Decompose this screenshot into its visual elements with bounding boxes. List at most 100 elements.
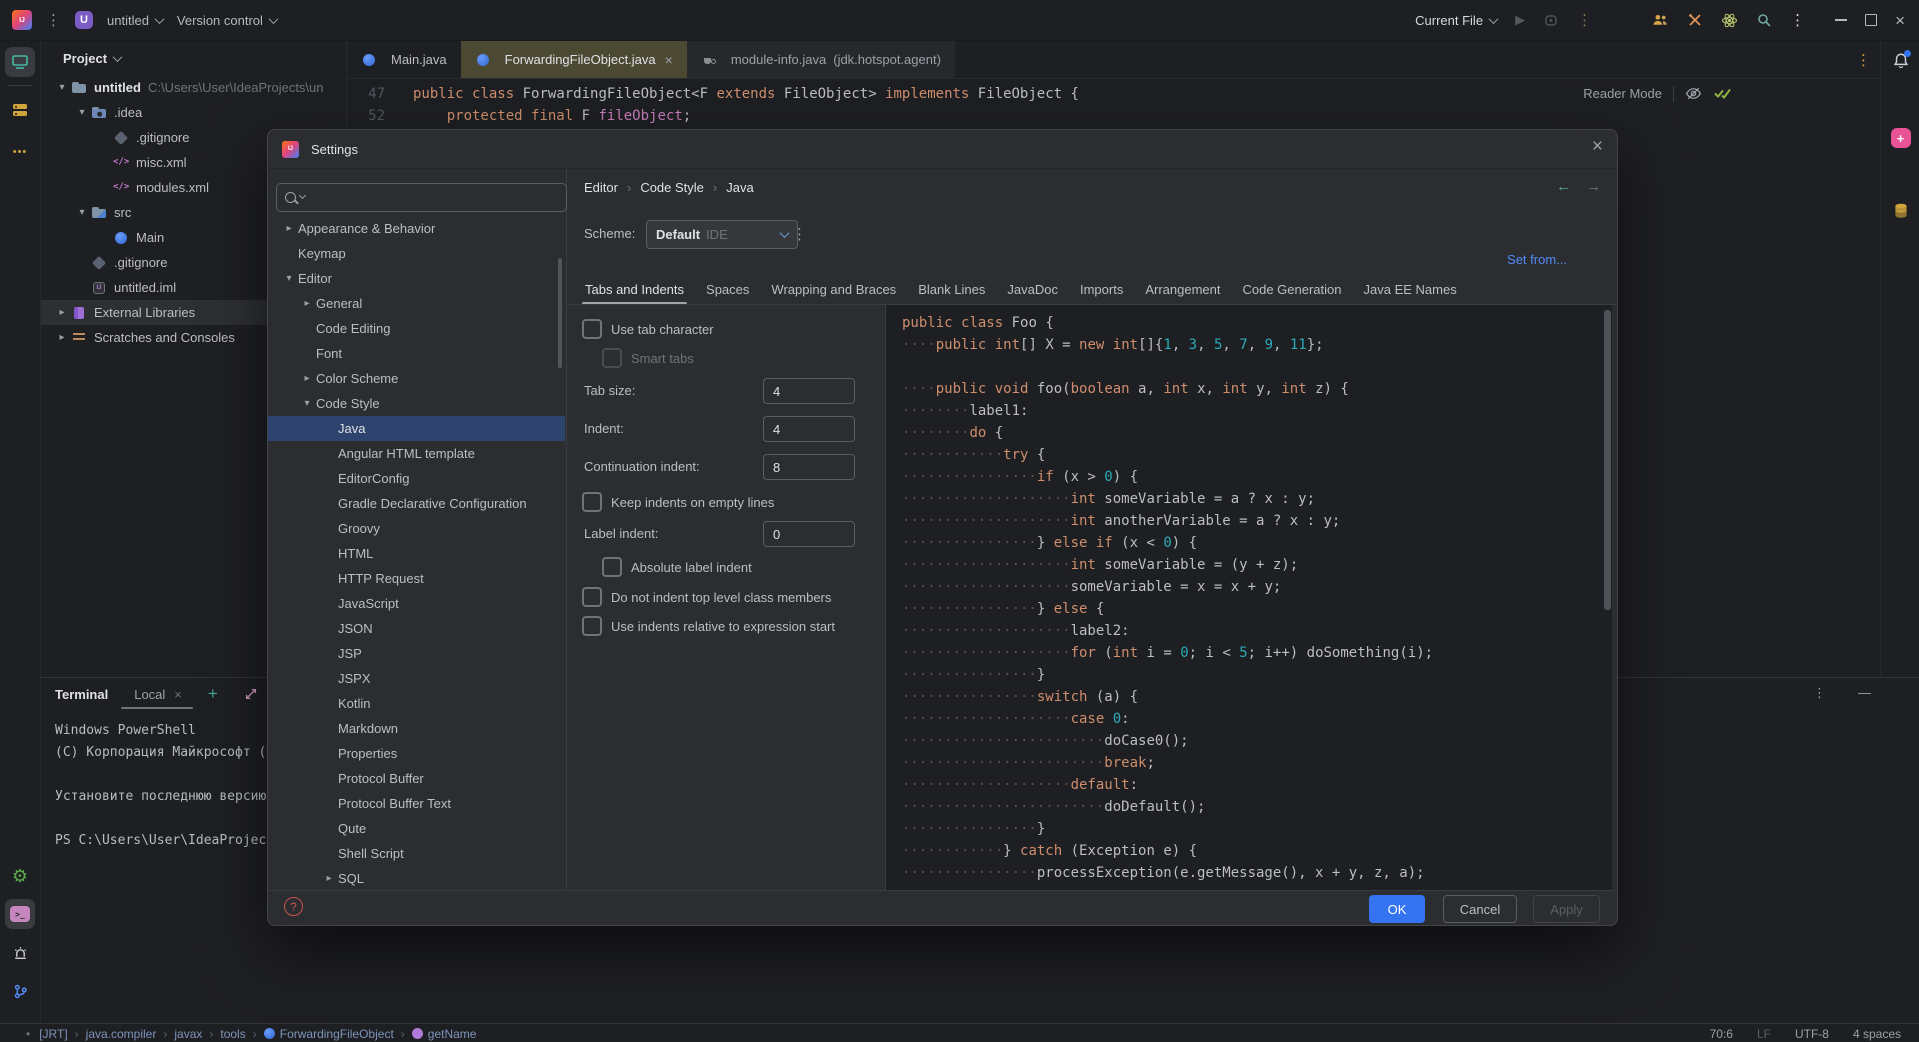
indent-indicator[interactable]: 4 spaces — [1853, 1027, 1901, 1041]
chevron-right-icon[interactable]: ▸ — [280, 223, 298, 234]
chevron-down-icon[interactable]: ▾ — [280, 273, 298, 284]
settings-nav-item-font[interactable]: Font — [268, 341, 565, 366]
preview-scrollbar[interactable] — [1604, 310, 1611, 610]
project-tree-item-idea[interactable]: ▾.idea — [41, 100, 346, 125]
problems-tool-window-button[interactable] — [5, 938, 35, 968]
hide-terminal-icon[interactable]: — — [1858, 685, 1871, 701]
settings-nav-item-qute[interactable]: Qute — [268, 816, 565, 841]
settings-nav-item-properties[interactable]: Properties — [268, 741, 565, 766]
settings-dialog-header[interactable]: IJ Settings × — [268, 130, 1617, 169]
breadcrumb-item[interactable]: Code Style — [640, 180, 704, 195]
editor-tab-main-java[interactable]: Main.java — [347, 41, 461, 78]
version-control-tool-window-button[interactable] — [5, 976, 35, 1006]
settings-nav-item-markdown[interactable]: Markdown — [268, 716, 565, 741]
chevron-down-icon[interactable]: ▾ — [73, 107, 91, 118]
highlighting-off-eye-icon[interactable] — [1685, 85, 1702, 102]
code-style-tab-spaces[interactable]: Spaces — [695, 274, 760, 304]
chevron-right-icon[interactable]: ▸ — [298, 298, 316, 309]
settings-button[interactable]: ⚙ — [5, 861, 35, 891]
close-tab-icon[interactable]: × — [665, 52, 673, 68]
new-session-icon[interactable]: + — [208, 684, 218, 704]
breadcrumb-item[interactable]: Editor — [584, 180, 618, 195]
terminal-tool-window-button[interactable]: >_ — [5, 899, 35, 929]
terminal-output[interactable]: Windows PowerShell(C) Корпорация Майкрос… — [55, 720, 274, 852]
settings-nav-item-general[interactable]: ▸General — [268, 291, 565, 316]
search-everywhere-icon[interactable] — [1756, 12, 1772, 28]
status-crumb-forwardingfileobject[interactable]: ForwardingFileObject — [264, 1027, 394, 1041]
code-style-tab-javadoc[interactable]: JavaDoc — [996, 274, 1069, 304]
settings-nav-item-html[interactable]: HTML — [268, 541, 565, 566]
settings-nav-item-jsp[interactable]: JSP — [268, 641, 565, 666]
settings-nav-item-json[interactable]: JSON — [268, 616, 565, 641]
science-atom-icon[interactable] — [1721, 12, 1738, 29]
settings-nav-scrollbar[interactable] — [558, 258, 562, 368]
terminal-session-tab[interactable]: Local × — [134, 687, 182, 702]
terminal-title[interactable]: Terminal — [55, 687, 108, 702]
terminal-options-icon[interactable]: ⋮ — [1813, 685, 1826, 701]
settings-close-icon[interactable]: × — [1592, 136, 1603, 158]
breadcrumb-item[interactable]: Java — [726, 180, 753, 195]
chevron-down-icon[interactable]: ▾ — [298, 398, 316, 409]
run-configuration-selector[interactable]: Current File — [1415, 13, 1497, 28]
build-tools-icon[interactable] — [1687, 12, 1703, 28]
settings-search-field[interactable] — [276, 183, 567, 212]
code-style-tab-tabs-and-indents[interactable]: Tabs and Indents — [574, 274, 695, 304]
window-close-button[interactable]: × — [1895, 12, 1905, 29]
smart-tabs-checkbox[interactable]: Smart tabs — [602, 348, 694, 368]
project-panel-header[interactable]: Project — [41, 41, 346, 75]
tab-size-input[interactable] — [763, 378, 855, 404]
continuation-indent-input[interactable] — [763, 454, 855, 480]
settings-nav-item-javascript[interactable]: JavaScript — [268, 591, 565, 616]
settings-nav-item-editor[interactable]: ▾Editor — [268, 266, 565, 291]
project-tree-item-untitled[interactable]: ▾untitledC:\Users\User\IdeaProjects\un — [41, 75, 346, 100]
status-crumb-getname[interactable]: getName — [412, 1027, 477, 1041]
more-toolbar-icon[interactable]: ⋮ — [1790, 13, 1805, 28]
chevron-right-icon[interactable]: ▸ — [320, 873, 338, 884]
project-tool-window-button[interactable] — [5, 47, 35, 77]
code-style-tab-code-generation[interactable]: Code Generation — [1231, 274, 1352, 304]
more-tool-windows-button[interactable]: ••• — [5, 137, 35, 167]
set-from-link[interactable]: Set from... — [1507, 252, 1567, 267]
settings-back-icon[interactable]: ← — [1556, 178, 1571, 195]
chevron-right-icon[interactable]: ▸ — [53, 332, 71, 343]
settings-nav-item-code-editing[interactable]: Code Editing — [268, 316, 565, 341]
code-style-tab-arrangement[interactable]: Arrangement — [1134, 274, 1231, 304]
chevron-right-icon[interactable]: ▸ — [298, 373, 316, 384]
project-switcher[interactable]: untitled — [107, 13, 163, 28]
settings-nav-item-sql[interactable]: ▸SQL — [268, 866, 565, 890]
code-style-tab-imports[interactable]: Imports — [1069, 274, 1134, 304]
editor-code[interactable]: 47public class ForwardingFileObject<F ex… — [347, 83, 1079, 127]
do-not-indent-top-level-checkbox[interactable]: Do not indent top level class members — [582, 587, 831, 607]
notifications-button[interactable] — [1886, 47, 1916, 77]
code-style-tab-blank-lines[interactable]: Blank Lines — [907, 274, 996, 304]
tab-list-overflow-icon[interactable]: ⋮ — [1856, 51, 1871, 69]
editor-tab-forwardingfileobject-java[interactable]: ForwardingFileObject.java × — [461, 41, 687, 78]
debug-button[interactable] — [1543, 12, 1559, 28]
code-style-tab-wrapping-and-braces[interactable]: Wrapping and Braces — [760, 274, 907, 304]
commit-tool-window-button[interactable] — [5, 95, 35, 125]
ai-assistant-button[interactable]: + — [1886, 123, 1916, 153]
window-minimize-button[interactable] — [1835, 19, 1847, 21]
database-tool-window-button[interactable] — [1886, 196, 1916, 226]
expand-terminal-icon[interactable] — [244, 687, 258, 701]
status-crumb-tools[interactable]: tools — [220, 1027, 245, 1041]
run-more-options-icon[interactable]: ⋮ — [1577, 13, 1592, 28]
caret-position[interactable]: 70:6 — [1710, 1027, 1733, 1041]
settings-nav-item-keymap[interactable]: Keymap — [268, 241, 565, 266]
status-crumb-javax[interactable]: javax — [174, 1027, 202, 1041]
window-maximize-button[interactable] — [1865, 14, 1877, 26]
close-session-icon[interactable]: × — [174, 687, 182, 702]
apply-button[interactable]: Apply — [1533, 895, 1600, 923]
inspections-ok-checks-icon[interactable] — [1713, 86, 1733, 101]
encoding-indicator[interactable]: UTF-8 — [1795, 1027, 1829, 1041]
settings-nav-item-groovy[interactable]: Groovy — [268, 516, 565, 541]
use-indents-relative-checkbox[interactable]: Use indents relative to expression start — [582, 616, 835, 636]
chevron-right-icon[interactable]: ▸ — [53, 307, 71, 318]
indent-input[interactable] — [763, 416, 855, 442]
cancel-button[interactable]: Cancel — [1443, 895, 1517, 923]
keep-indents-on-empty-lines-checkbox[interactable]: Keep indents on empty lines — [582, 492, 774, 512]
scheme-actions-icon[interactable]: ⋮ — [792, 225, 807, 243]
use-tab-character-checkbox[interactable]: Use tab character — [582, 319, 714, 339]
project-avatar[interactable]: U — [75, 11, 93, 29]
vcs-menu[interactable]: Version control — [177, 13, 277, 28]
